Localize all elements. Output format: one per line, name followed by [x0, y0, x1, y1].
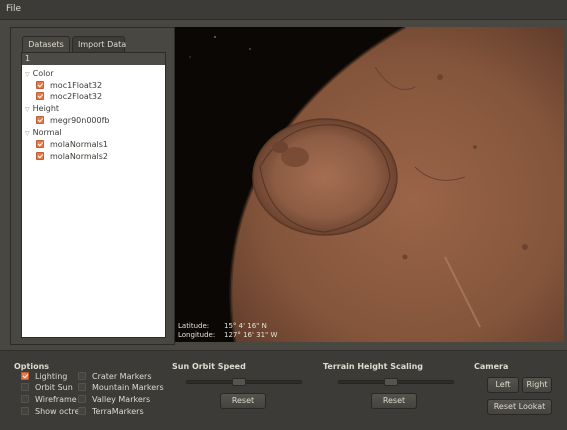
tree-group-normal[interactable]: ▽ Normal	[25, 127, 62, 138]
tree-group-label: Color	[32, 69, 54, 78]
coordinate-readout: Latitude: 15° 4' 16" N Longitude: 127° 16'…	[178, 322, 277, 340]
expand-arrow-icon[interactable]: ▽	[25, 71, 30, 78]
tab-datasets[interactable]: Datasets	[22, 36, 70, 52]
options-title: Options	[14, 362, 50, 371]
tab-import-data[interactable]: Import Data	[72, 36, 126, 52]
option-show-octree[interactable]: Show octree	[21, 407, 85, 417]
option-label: Lighting	[35, 372, 68, 381]
checkbox-icon[interactable]	[78, 407, 86, 415]
option-wireframe[interactable]: Wireframe	[21, 395, 77, 405]
tree-item[interactable]: molaNormals2	[36, 151, 108, 162]
sun-orbit-reset-button[interactable]: Reset	[220, 393, 266, 409]
tree-group-label: Height	[32, 104, 60, 113]
sun-orbit-slider-handle[interactable]	[231, 378, 246, 386]
terrain-slider-handle[interactable]	[383, 378, 398, 386]
checkbox-icon[interactable]	[36, 140, 44, 148]
option-label: Mountain Markers	[92, 383, 164, 392]
control-panel: Options Lighting Orbit Sun Wireframe Sho…	[0, 350, 567, 430]
option-orbit-sun[interactable]: Orbit Sun	[21, 383, 73, 393]
checkbox-icon[interactable]	[36, 116, 44, 124]
terrain-title: Terrain Height Scaling	[323, 362, 424, 371]
checkbox-icon[interactable]	[21, 372, 29, 380]
tree-item[interactable]: moc2Float32	[36, 91, 102, 102]
sun-orbit-title: Sun Orbit Speed	[172, 362, 246, 371]
tree-item-label: molaNormals2	[50, 152, 109, 161]
checkbox-icon[interactable]	[21, 383, 29, 391]
longitude-value: 127° 16' 31" W	[224, 331, 278, 339]
option-mountain-markers[interactable]: Mountain Markers	[78, 383, 164, 393]
option-crater-markers[interactable]: Crater Markers	[78, 372, 152, 382]
tree-item[interactable]: moc1Float32	[36, 80, 102, 91]
option-label: TerraMarkers	[92, 407, 144, 416]
checkbox-icon[interactable]	[21, 407, 29, 415]
mars-terrain-render	[175, 27, 564, 342]
reset-lookat-button[interactable]: Reset Lookat	[487, 399, 552, 415]
main-area: Datasets Import Data 1 ▽ Color moc1Float3…	[0, 20, 567, 350]
option-label: Valley Markers	[92, 395, 151, 404]
longitude-label: Longitude:	[178, 331, 216, 339]
checkbox-icon[interactable]	[36, 81, 44, 89]
tree-group-height[interactable]: ▽ Height	[25, 103, 59, 114]
expand-arrow-icon[interactable]: ▽	[25, 130, 30, 137]
option-label: Crater Markers	[92, 372, 152, 381]
tree-header: 1	[22, 53, 165, 65]
camera-left-button[interactable]: Left	[487, 377, 519, 393]
option-lighting[interactable]: Lighting	[21, 372, 67, 382]
mars-3d-viewport[interactable]: Latitude: 15° 4' 16" N Longitude: 127° 16'…	[175, 27, 564, 342]
option-label: Wireframe	[35, 395, 77, 404]
checkbox-icon[interactable]	[78, 395, 86, 403]
option-terra-markers[interactable]: TerraMarkers	[78, 407, 144, 417]
checkbox-icon[interactable]	[36, 92, 44, 100]
checkbox-icon[interactable]	[21, 395, 29, 403]
dataset-tree[interactable]: 1 ▽ Color moc1Float32 moc2Float32 ▽ Height…	[21, 52, 166, 338]
checkbox-icon[interactable]	[78, 383, 86, 391]
menu-file[interactable]: File	[6, 4, 21, 14]
tree-item-label: molaNormals1	[50, 140, 109, 149]
tree-item[interactable]: molaNormals1	[36, 139, 108, 150]
camera-title: Camera	[474, 362, 509, 371]
option-label: Orbit Sun	[35, 383, 73, 392]
option-valley-markers[interactable]: Valley Markers	[78, 395, 150, 405]
tree-item-label: moc1Float32	[50, 81, 103, 90]
tree-item-label: megr90n000fb	[50, 116, 110, 125]
tree-item-label: moc2Float32	[50, 92, 103, 101]
latitude-value: 15° 4' 16" N	[224, 322, 267, 330]
checkbox-icon[interactable]	[36, 152, 44, 160]
latitude-label: Latitude:	[178, 322, 210, 330]
tree-group-label: Normal	[32, 128, 62, 137]
terrain-reset-button[interactable]: Reset	[371, 393, 417, 409]
camera-right-button[interactable]: Right	[522, 377, 552, 393]
tree-group-color[interactable]: ▽ Color	[25, 68, 54, 79]
expand-arrow-icon[interactable]: ▽	[25, 106, 30, 113]
menu-bar: File	[0, 0, 567, 20]
checkbox-icon[interactable]	[78, 372, 86, 380]
tree-item[interactable]: megr90n000fb	[36, 115, 110, 126]
